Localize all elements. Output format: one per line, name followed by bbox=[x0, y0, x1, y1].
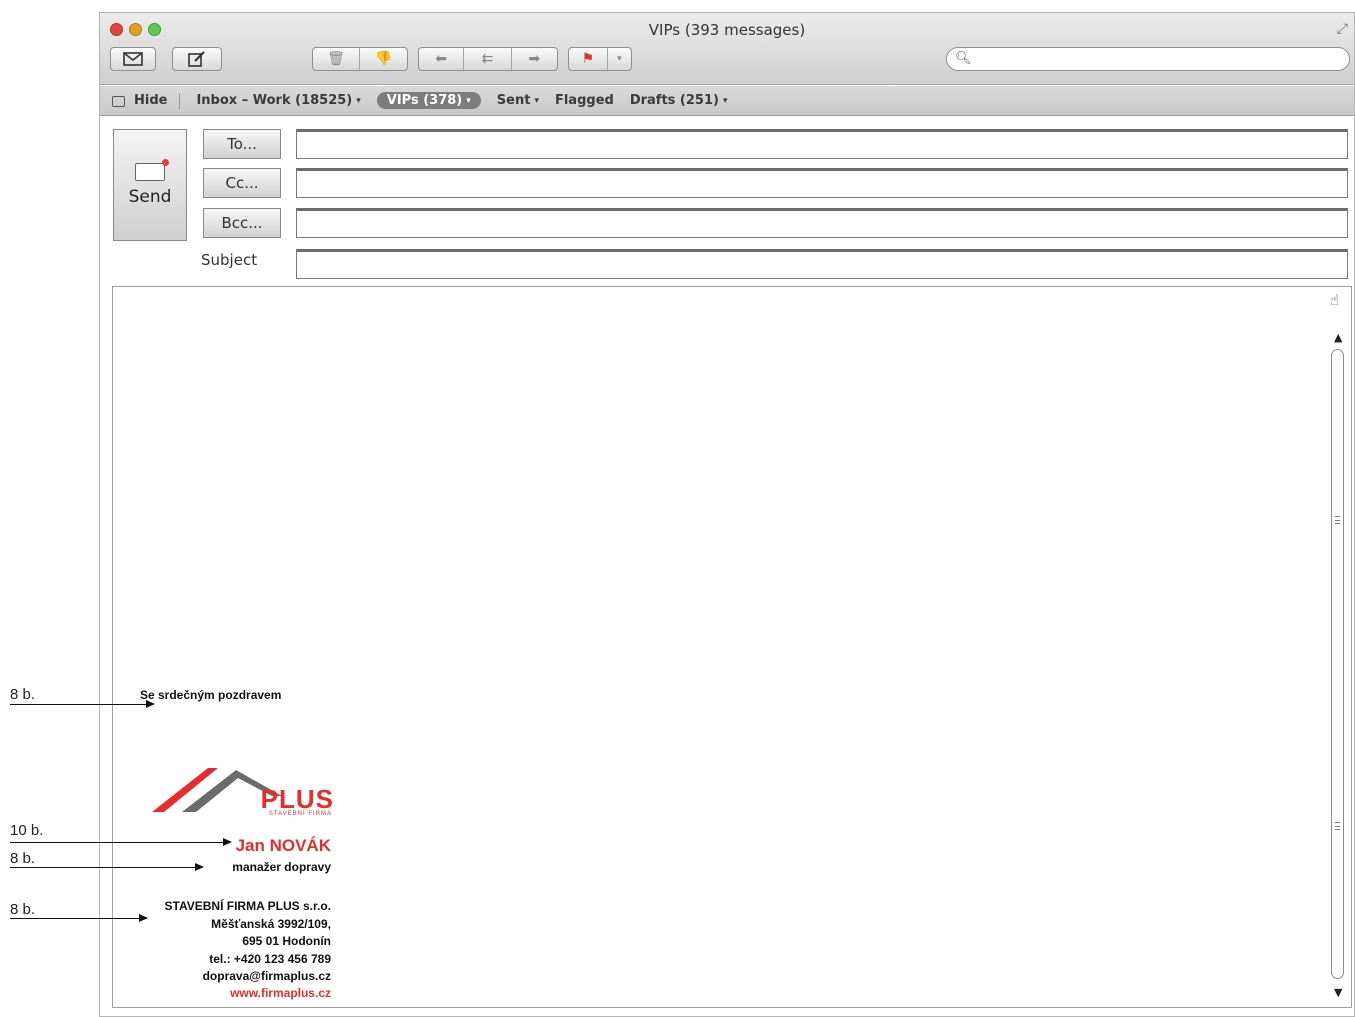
send-envelope-icon bbox=[135, 159, 169, 181]
hide-label: Hide bbox=[134, 93, 168, 108]
annotation-company-size: 8 b. bbox=[10, 901, 36, 918]
company-name: STAVEBNÍ FIRMA PLUS s.r.o. bbox=[164, 899, 331, 913]
get-mail-button[interactable] bbox=[110, 47, 156, 71]
favorite-flagged[interactable]: Flagged bbox=[555, 93, 614, 108]
annotation-arrow bbox=[10, 914, 148, 922]
junk-button[interactable]: 👎 bbox=[360, 48, 407, 70]
reply-all-button[interactable]: ⇇ bbox=[464, 48, 512, 70]
company-phone: tel.: +420 123 456 789 bbox=[209, 951, 331, 966]
send-button[interactable]: Send bbox=[113, 129, 187, 241]
forward-button[interactable]: ➡ bbox=[512, 48, 557, 70]
cc-button[interactable]: Cc... bbox=[203, 168, 281, 198]
reply-group: ⬅ ⇇ ➡ bbox=[418, 47, 558, 71]
favorite-label: Drafts (251) bbox=[629, 93, 719, 108]
search-input[interactable] bbox=[973, 50, 1333, 68]
favorite-drafts[interactable]: Drafts (251) ▾ bbox=[630, 93, 728, 108]
thumbs-down-icon: 👎 bbox=[374, 51, 393, 67]
annotation-name-size: 10 b. bbox=[10, 822, 44, 839]
annotation-arrow bbox=[10, 863, 204, 871]
search-icon: 🔍︎ bbox=[955, 51, 972, 66]
vertical-scrollbar[interactable]: ☝ ▲ ▼ bbox=[1325, 287, 1351, 1007]
company-email[interactable]: doprava@firmaplus.cz bbox=[110, 968, 331, 986]
favorite-vips[interactable]: VIPs (378) ▾ bbox=[376, 92, 481, 109]
reply-all-arrow-icon: ⇇ bbox=[481, 51, 494, 67]
favorite-sent[interactable]: Sent ▾ bbox=[497, 93, 539, 108]
window-title: VIPs (393 messages) bbox=[648, 21, 806, 39]
chevron-down-icon: ▾ bbox=[617, 54, 622, 64]
logo-subtitle: STAVEBNÍ FIRMA bbox=[268, 811, 332, 817]
to-field[interactable] bbox=[296, 129, 1348, 159]
chevron-down-icon: ▾ bbox=[722, 95, 728, 106]
bcc-button[interactable]: Bcc... bbox=[203, 208, 281, 238]
reply-arrow-icon: ⬅ bbox=[435, 51, 448, 67]
favorite-label: Sent bbox=[496, 93, 531, 108]
scroll-up-arrow-icon[interactable]: ▲ bbox=[1334, 331, 1342, 344]
signature-greeting: Se srdečným pozdravem bbox=[140, 688, 282, 702]
flag-menu-button[interactable]: ▾ bbox=[608, 48, 631, 70]
flag-group: ⚑ ▾ bbox=[568, 47, 632, 71]
annotation-arrow bbox=[10, 838, 232, 846]
fullscreen-icon[interactable]: ⤢ bbox=[1337, 21, 1348, 37]
scroll-track[interactable] bbox=[1331, 349, 1344, 979]
scroll-down-arrow-icon[interactable]: ▼ bbox=[1334, 986, 1342, 999]
signature-company-block: STAVEBNÍ FIRMA PLUS s.r.o. Měšťanská 399… bbox=[110, 898, 331, 986]
to-button[interactable]: To... bbox=[203, 129, 281, 159]
search-field[interactable]: 🔍︎ bbox=[946, 47, 1350, 71]
company-city: 695 01 Hodonín bbox=[242, 934, 331, 948]
annotation-greeting-size: 8 b. bbox=[10, 686, 36, 703]
plus-logo: PLUS STAVEBNÍ FIRMA bbox=[152, 764, 334, 820]
chevron-down-icon: ▾ bbox=[356, 95, 361, 106]
envelope-icon bbox=[123, 52, 143, 66]
bcc-field[interactable] bbox=[296, 208, 1348, 238]
send-label: Send bbox=[128, 187, 172, 207]
flag-button[interactable]: ⚑ bbox=[569, 48, 608, 70]
trash-icon: 🗑 bbox=[327, 51, 345, 67]
forward-arrow-icon: ➡ bbox=[528, 51, 541, 67]
cc-field[interactable] bbox=[296, 168, 1348, 198]
cc-label: Cc... bbox=[225, 174, 259, 192]
favorite-label: VIPs (378) bbox=[386, 93, 463, 108]
subject-field[interactable] bbox=[296, 249, 1348, 279]
flag-icon: ⚑ bbox=[581, 51, 595, 67]
hand-icon: ☝ bbox=[1330, 291, 1340, 309]
signature-website-link[interactable]: www.firmaplus.cz bbox=[130, 986, 331, 1000]
delete-junk-group: 🗑 👎 bbox=[312, 47, 408, 71]
title-bar: VIPs (393 messages) ⤢ 🗑 👎 ⬅ ⇇ ➡ ⚑ ▾ 🔍︎ bbox=[100, 13, 1354, 85]
annotation-role-size: 8 b. bbox=[10, 850, 36, 867]
scroll-grip-bottom bbox=[1335, 822, 1340, 830]
favorite-label: Inbox – Work (18525) bbox=[196, 93, 353, 108]
favorite-label: Flagged bbox=[554, 93, 614, 108]
annotation-arrow bbox=[10, 700, 155, 708]
bcc-label: Bcc... bbox=[221, 214, 263, 232]
sidebar-toggle-icon bbox=[112, 96, 125, 107]
favorite-inbox-work[interactable]: Inbox – Work (18525) ▾ bbox=[196, 93, 360, 108]
delete-button[interactable]: 🗑 bbox=[313, 48, 361, 70]
chevron-down-icon: ▾ bbox=[534, 95, 539, 106]
subject-label: Subject bbox=[201, 251, 258, 269]
scroll-grip-top bbox=[1335, 516, 1340, 524]
chevron-down-icon: ▾ bbox=[466, 95, 471, 106]
favorites-bar: Hide Inbox – Work (18525) ▾ VIPs (378) ▾… bbox=[100, 86, 1354, 116]
compose-icon bbox=[188, 51, 205, 67]
hide-mailboxes-button[interactable]: Hide bbox=[112, 93, 167, 108]
compose-button[interactable] bbox=[172, 47, 222, 71]
favorites-divider bbox=[179, 92, 181, 109]
to-label: To... bbox=[227, 135, 257, 153]
reply-button[interactable]: ⬅ bbox=[419, 48, 465, 70]
